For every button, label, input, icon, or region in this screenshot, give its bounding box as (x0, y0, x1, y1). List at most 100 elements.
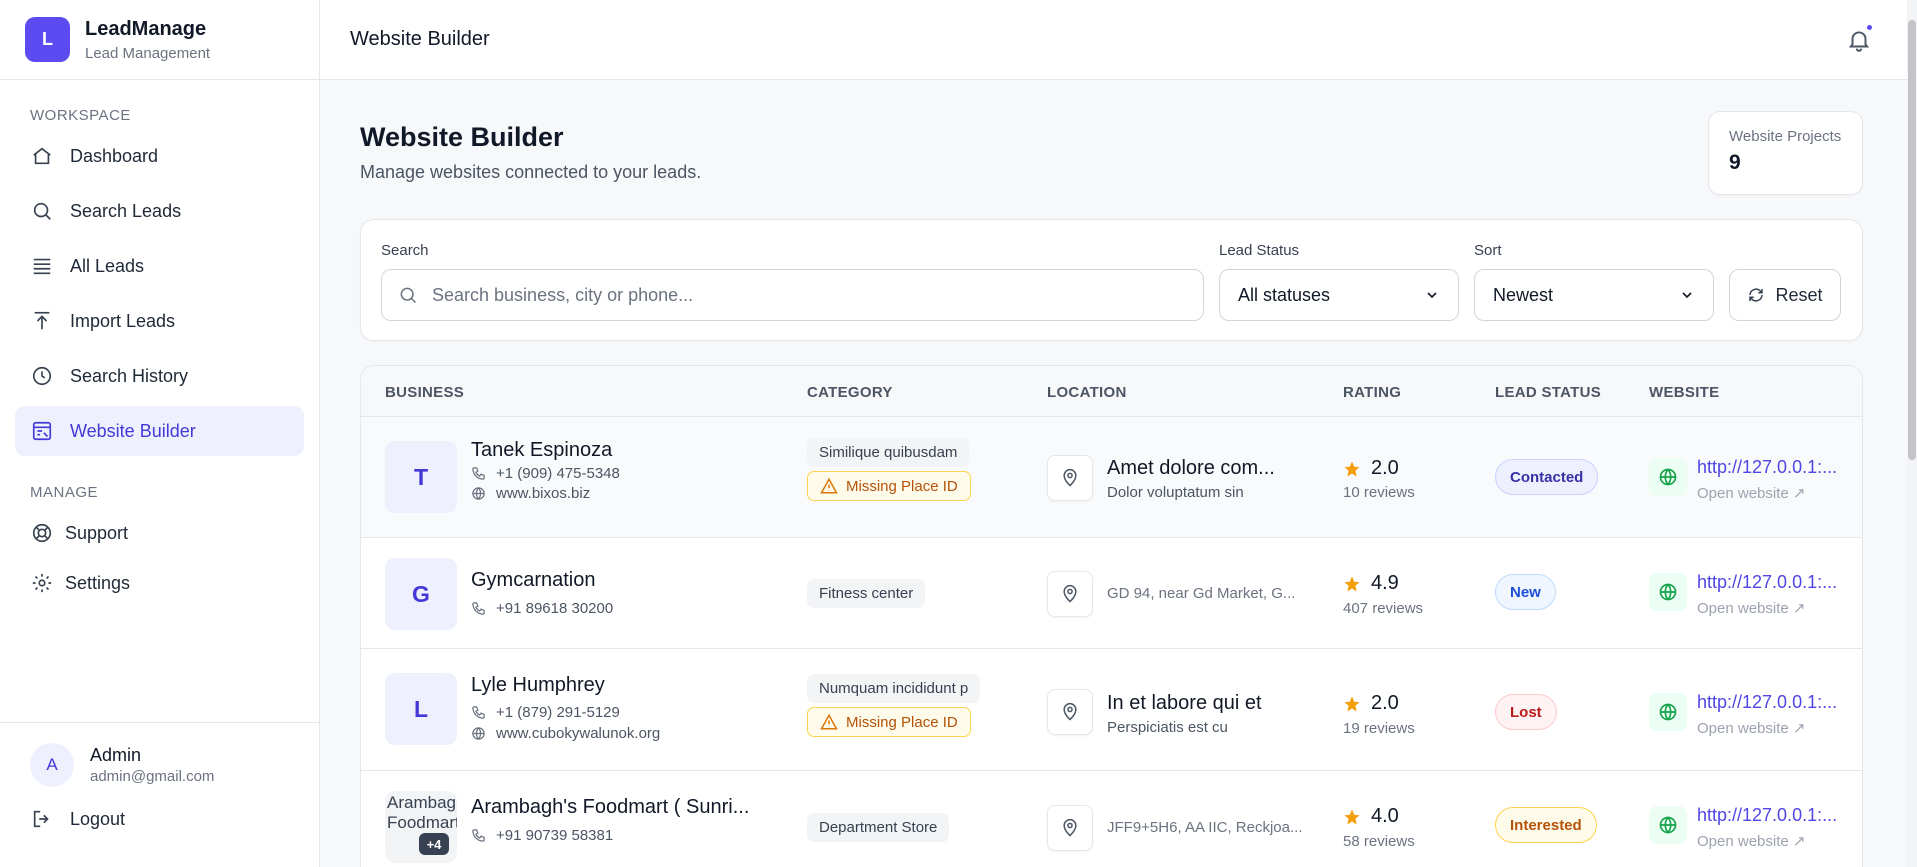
globe-icon (1659, 583, 1677, 601)
sidebar-item-search-history[interactable]: Search History (15, 351, 304, 401)
business-phone: +1 (909) 475-5348 (471, 465, 620, 482)
user-name: Admin (90, 745, 142, 765)
rating-value: 4.0 (1371, 805, 1399, 827)
location-pin-button[interactable] (1047, 571, 1093, 617)
open-website-link[interactable]: Open website ↗ (1697, 719, 1805, 737)
stat-label: Website Projects (1729, 128, 1842, 145)
brand-subtitle: Lead Management (85, 44, 211, 62)
brand-name: LeadManage (85, 17, 207, 40)
sidebar-item-settings[interactable]: Settings (15, 558, 304, 608)
location-pin-button[interactable] (1047, 689, 1093, 735)
location-sub: Perspiciatis est cu (1107, 719, 1228, 736)
website-link[interactable]: http://127.0.0.1:... (1697, 805, 1837, 826)
upload-icon (30, 309, 54, 333)
column-header-location[interactable]: LOCATION (1047, 384, 1127, 401)
sidebar-item-website-builder[interactable]: Website Builder (15, 406, 304, 456)
lead-status-select[interactable]: All statuses (1219, 269, 1459, 321)
table-row[interactable]: T Tanek Espinoza +1 (909) 475-5348 www.b… (361, 417, 1862, 538)
sidebar-item-support[interactable]: Support (15, 508, 304, 558)
sidebar-item-import-leads[interactable]: Import Leads (15, 296, 304, 346)
search-input[interactable] (432, 284, 1192, 306)
phone-icon (472, 602, 485, 615)
location-pin-button[interactable] (1047, 805, 1093, 851)
website-icon (1649, 458, 1687, 496)
reset-button[interactable]: Reset (1729, 269, 1841, 321)
rating: 2.0 (1343, 692, 1399, 715)
page-title: Website Builder (360, 122, 564, 152)
warning-icon (820, 713, 838, 730)
brand[interactable]: L LeadManage Lead Management (0, 0, 319, 80)
map-pin-icon (1063, 818, 1077, 837)
table-row[interactable]: L Lyle Humphrey +1 (879) 291-5129 www.cu… (361, 649, 1862, 771)
column-header-category[interactable]: CATEGORY (807, 384, 893, 401)
column-header-lead-status[interactable]: LEAD STATUS (1495, 384, 1601, 401)
business-name[interactable]: Arambagh's Foodmart ( Sunri... (471, 796, 749, 819)
topbar-title: Website Builder (350, 28, 490, 50)
star-icon (1344, 696, 1360, 711)
website-link[interactable]: http://127.0.0.1:... (1697, 572, 1837, 593)
category-pill: Department Store (807, 813, 950, 842)
search-icon (400, 287, 417, 304)
open-website-link[interactable]: Open website ↗ (1697, 832, 1805, 850)
sidebar-footer: A Admin admin@gmail.com Logout (0, 722, 320, 867)
business-name[interactable]: Tanek Espinoza (471, 439, 612, 462)
website-link[interactable]: http://127.0.0.1:... (1697, 457, 1837, 478)
business-site: www.bixos.biz (471, 485, 590, 502)
sidebar-item-search-leads[interactable]: Search Leads (15, 186, 304, 236)
rating-value: 2.0 (1371, 457, 1399, 479)
logout-label: Logout (70, 808, 126, 829)
sort-select[interactable]: Newest (1474, 269, 1714, 321)
status-badge[interactable]: Lost (1495, 694, 1557, 730)
avatar: A (30, 743, 74, 787)
table-row[interactable]: G Gymcarnation +91 89618 30200 Fitness c… (361, 538, 1862, 649)
rating: 2.0 (1343, 457, 1399, 480)
open-website-link[interactable]: Open website ↗ (1697, 484, 1805, 502)
category-pill: Numquam incididunt p (807, 674, 981, 703)
search-field[interactable] (381, 269, 1204, 321)
business-site-text: www.cubokywalunok.org (496, 725, 661, 742)
website-icon (1649, 573, 1687, 611)
logout-button[interactable]: Logout (0, 807, 320, 831)
sidebar-item-label: Support (65, 522, 129, 543)
sidebar-item-all-leads[interactable]: All Leads (15, 241, 304, 291)
gear-icon (30, 571, 54, 595)
reset-label: Reset (1775, 284, 1823, 305)
logout-icon (30, 807, 54, 831)
phone-icon (472, 467, 485, 480)
location-sub: Dolor voluptatum sin (1107, 484, 1244, 501)
rating-value: 4.9 (1371, 572, 1399, 594)
status-badge[interactable]: New (1495, 574, 1556, 610)
column-header-business[interactable]: BUSINESS (385, 384, 464, 401)
search-label: Search (381, 242, 429, 259)
table-row[interactable]: Arambagh's Foodmart +4 Arambagh's Foodma… (361, 771, 1862, 867)
notification-button[interactable] (1846, 23, 1874, 53)
business-name[interactable]: Lyle Humphrey (471, 674, 605, 697)
user-profile[interactable]: A Admin admin@gmail.com (0, 723, 320, 787)
manage-section-label: MANAGE (30, 484, 99, 501)
business-phone-text: +1 (909) 475-5348 (496, 465, 620, 482)
sidebar-item-label: Dashboard (70, 145, 159, 166)
column-header-rating[interactable]: RATING (1343, 384, 1401, 401)
sidebar-item-dashboard[interactable]: Dashboard (15, 131, 304, 181)
open-website-link[interactable]: Open website ↗ (1697, 599, 1805, 617)
location-pin-button[interactable] (1047, 455, 1093, 501)
business-phone: +91 90739 58381 (471, 827, 613, 844)
chevron-down-icon (1427, 292, 1437, 299)
location-address: GD 94, near Gd Market, G... (1107, 585, 1296, 602)
column-header-website[interactable]: WEBSITE (1649, 384, 1719, 401)
table-header: BUSINESS CATEGORY LOCATION RATING LEAD S… (361, 366, 1862, 417)
clock-icon (30, 364, 54, 388)
review-count: 407 reviews (1343, 600, 1424, 617)
page-scrollbar[interactable] (1907, 0, 1917, 867)
workspace-section-label: WORKSPACE (30, 107, 131, 124)
category-pill: Fitness center (807, 579, 926, 608)
status-badge[interactable]: Contacted (1495, 459, 1599, 495)
status-badge[interactable]: Interested (1495, 807, 1597, 843)
business-name[interactable]: Gymcarnation (471, 569, 596, 592)
website-link[interactable]: http://127.0.0.1:... (1697, 692, 1837, 713)
manage-nav: Support Settings (0, 508, 319, 608)
user-email: admin@gmail.com (90, 768, 215, 785)
extra-images-badge[interactable]: +4 (419, 833, 449, 855)
scrollbar-thumb[interactable] (1908, 20, 1916, 460)
business-site-text: www.bixos.biz (496, 485, 591, 502)
